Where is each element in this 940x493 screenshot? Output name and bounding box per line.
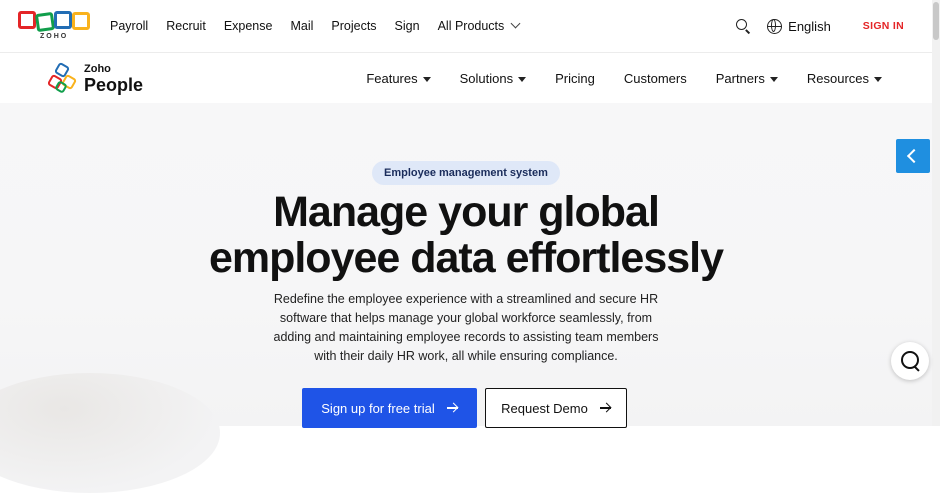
nav-solutions-label: Solutions <box>459 70 514 86</box>
logo-square-yellow <box>72 12 90 30</box>
request-demo-label: Request Demo <box>501 400 588 416</box>
sign-in-link[interactable]: SIGN IN <box>863 20 904 32</box>
logo-square-red <box>18 11 36 29</box>
request-demo-button[interactable]: Request Demo <box>485 388 627 428</box>
people-logo-text: Zoho People <box>84 62 144 95</box>
nav-partners-label: Partners <box>715 70 765 86</box>
zoho-people-logo[interactable]: Zoho People <box>46 61 144 96</box>
nav-resources-label: Resources <box>806 70 869 86</box>
people-logo-icon <box>46 61 78 96</box>
hero-headline-line1: Manage your global <box>273 188 660 236</box>
nav-solutions[interactable]: Solutions <box>459 70 527 86</box>
caret-down-icon <box>518 76 527 82</box>
top-nav: Payroll Recruit Expense Mail Projects Si… <box>110 0 537 52</box>
all-products-label: All Products <box>437 19 505 33</box>
help-search-handle <box>913 365 920 372</box>
nav-features-label: Features <box>366 70 418 86</box>
caret-down-icon <box>769 76 778 82</box>
scrollbar[interactable] <box>932 0 940 426</box>
language-selector[interactable]: English <box>767 18 831 34</box>
top-right-actions: English SIGN IN <box>735 0 904 52</box>
globe-icon <box>767 18 783 34</box>
hero-headline-line2: employee data effortlessly <box>208 234 724 282</box>
product-nav: Features Solutions Pricing Customers Par… <box>337 53 882 103</box>
side-panel-toggle[interactable] <box>896 139 930 173</box>
top-nav-recruit[interactable]: Recruit <box>166 19 206 33</box>
top-nav-all-products[interactable]: All Products <box>437 18 521 33</box>
caret-down-icon <box>874 76 882 82</box>
arrow-right-icon <box>599 407 611 409</box>
hero-section: Employee management system Manage your g… <box>0 103 932 493</box>
hero-subtext: Redefine the employee experience with a … <box>273 292 659 363</box>
nav-features[interactable]: Features <box>366 70 431 86</box>
chevron-down-icon <box>510 18 521 29</box>
signup-free-trial-button[interactable]: Sign up for free trial <box>302 388 477 428</box>
nav-resources[interactable]: Resources <box>807 71 882 86</box>
top-nav-sign[interactable]: Sign <box>395 19 420 33</box>
nav-customers[interactable]: Customers <box>624 71 687 86</box>
background-decoration <box>0 373 220 493</box>
top-nav-payroll[interactable]: Payroll <box>110 19 148 33</box>
logo-square-green <box>34 11 56 33</box>
product-header: Zoho People Features Solutions Pricing C… <box>0 53 932 103</box>
signup-button-label: Sign up for free trial <box>321 400 435 416</box>
caret-down-icon <box>422 76 431 82</box>
brand-name: People <box>84 74 144 95</box>
nav-partners[interactable]: Partners <box>716 71 778 86</box>
nav-pricing[interactable]: Pricing <box>555 71 595 86</box>
top-nav-mail[interactable]: Mail <box>290 19 313 33</box>
arrow-right-icon <box>446 407 458 409</box>
logo-square-blue <box>54 11 72 29</box>
zoho-logo[interactable]: ZOHO <box>18 11 94 43</box>
help-search-button[interactable] <box>891 342 929 380</box>
top-nav-expense[interactable]: Expense <box>224 19 273 33</box>
brand-small: Zoho <box>84 62 111 75</box>
language-label: English <box>788 18 831 34</box>
hero-badge: Employee management system <box>372 161 560 185</box>
chevron-left-icon <box>906 148 922 164</box>
scrollbar-thumb[interactable] <box>933 2 939 40</box>
logo-wordmark: ZOHO <box>40 33 69 40</box>
search-icon[interactable] <box>735 18 751 34</box>
zoho-top-bar: ZOHO Payroll Recruit Expense Mail Projec… <box>0 0 940 53</box>
top-nav-projects[interactable]: Projects <box>331 19 376 33</box>
